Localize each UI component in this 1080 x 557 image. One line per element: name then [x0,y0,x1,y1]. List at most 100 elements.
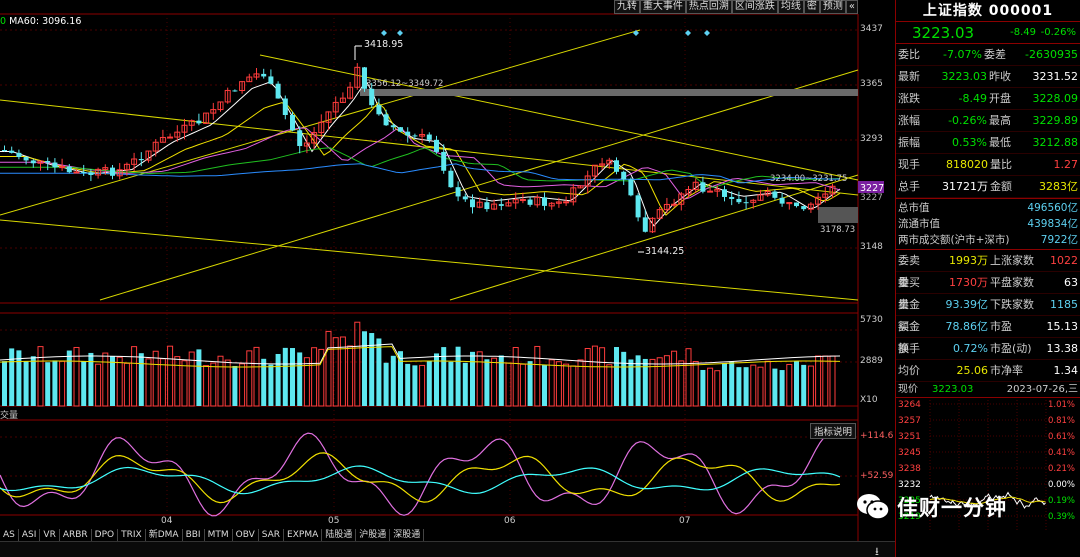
candle-body [88,172,94,175]
volume-bar [325,330,332,407]
quote-value: 1730万 [949,276,988,289]
quote-label: 均价 [898,364,920,377]
candle-body [261,73,267,77]
indicator-tab-as[interactable]: AS [0,529,19,541]
indicator-info-button[interactable]: 指标说明 [810,423,857,439]
bottom-status-bar: ⭳ [0,541,895,557]
volume-bar [736,367,742,406]
volume-bar [246,350,253,407]
kline-chart-area[interactable]: 3227 3418.95 3356.12~3349.72 3144.25 323… [0,0,895,557]
volume-bar [102,352,109,407]
quote-value: 78.86亿 [945,320,989,333]
indicator-tab-sar[interactable]: SAR [259,529,285,541]
indicator-tab-深股通[interactable]: 深股通 [390,529,425,541]
chart-toolbar: 九转 重大事件 热点回溯 区间涨跌 均线 密 预测 « [613,0,858,15]
candle-body [232,90,238,92]
indicator-tab-expma[interactable]: EXPMA [284,529,323,541]
market-label: 总市值 [898,202,930,214]
toolbar-forecast-button[interactable]: 预测 [819,0,846,14]
toolbar-major-events-button[interactable]: 重大事件 [639,0,686,14]
quote-label: 下跌家数 [990,298,1034,311]
volume-bar [217,355,224,407]
annotation-high: 3418.95 [364,39,403,50]
mini-chart-header: 现价 3223.03 2023-07-26,三 [896,382,1080,398]
annotation-low2: 3178.73 [820,225,855,235]
candle-body [66,166,72,173]
volume-bar [2,361,7,406]
quote-label: 平盘家数 [990,276,1034,289]
volume-title: 交量 [0,411,19,421]
quote-value: -0.26% [948,114,987,127]
volume-bar [757,366,764,407]
download-icon[interactable]: ⭳ [875,543,879,557]
candle-body [405,131,411,136]
toolbar-range-change-button[interactable]: 区间涨跌 [731,0,778,14]
volume-bar [584,348,591,407]
indicator-tab-陆股通[interactable]: 陆股通 [322,529,357,541]
quote-label: 涨跌 [898,92,920,105]
volume-bar [110,356,115,406]
candle-body [498,204,504,206]
toolbar-dense-button[interactable]: 密 [803,0,820,14]
candle-body [441,151,447,171]
candle-body [23,157,29,161]
toolbar-ma-button[interactable]: 均线 [777,0,804,14]
quote-label: 最新 [898,70,920,83]
candle-body [635,195,641,218]
toolbar-jiuzhuan-button[interactable]: 九转 [613,0,640,14]
indicator-tab-沪股通[interactable]: 沪股通 [356,529,391,541]
quote-value: 1993万 [949,254,988,267]
market-row: 总市值 496560亿 [896,200,1080,216]
kline-chart[interactable]: 3227 3418.95 3356.12~3349.72 3144.25 323… [0,0,895,557]
candle-body [671,203,678,206]
indicator-tab-trix[interactable]: TRIX [118,529,146,541]
volume-bar [491,357,498,407]
indicator-tab-arbr[interactable]: ARBR [60,529,92,541]
volume-bar [297,352,303,406]
candle-body [642,217,648,232]
volume-bar [599,347,606,407]
volume-bar [181,360,188,407]
quote-label: 市盈 [990,320,1012,333]
indicator-tab-bbi[interactable]: BBI [183,529,205,541]
volume-bar [174,356,181,407]
quote-value: 63 [1064,276,1078,289]
quote-row: 委卖量 1993万 上涨家数 1022 [896,250,1080,289]
volume-bar [448,361,454,406]
volume-bar [729,361,735,406]
toolbar-collapse-button[interactable]: « [845,0,858,14]
market-value: 7922亿 [1040,234,1078,246]
quote-row: 涨跌 -8.49 开盘 3228.09 [896,88,1080,110]
quote-value: 3229.89 [1032,114,1079,127]
volume-bar [678,360,685,407]
quote-value: -8.49 [958,92,987,105]
volume-bar [548,359,555,407]
candle-body [621,171,627,180]
volume-bar [159,358,166,407]
indicator-tab-新dma[interactable]: 新DMA [146,529,183,541]
mini-right-tick: 0.81% [1048,416,1075,426]
indicator-tab-vr[interactable]: VR [40,529,60,541]
volume-bar [621,351,627,406]
quote-value: -2630935 [1025,48,1078,61]
volume-bar [722,363,727,406]
volume-bar [512,347,519,407]
quote-label: 量比 [990,158,1012,171]
volume-bar [614,347,619,406]
indicator-tab-obv[interactable]: OBV [233,529,259,541]
candle-body [470,199,475,208]
quote-label: 上涨家数 [990,254,1034,267]
indicator-tab-dpo[interactable]: DPO [92,529,119,541]
candle-body [462,196,468,200]
volume-bar [45,362,51,406]
indicator-line-k [0,432,841,517]
indicator-tab-asi[interactable]: ASI [19,529,41,541]
volume-bar [30,356,36,406]
toolbar-hot-replay-button[interactable]: 热点回溯 [685,0,732,14]
volume-bar [527,361,533,406]
mini-left-tick: 3238 [898,464,921,474]
indicator-tab-mtm[interactable]: MTM [205,529,233,541]
volume-bar [642,358,648,406]
volume-bar [59,360,66,407]
volume-bar [606,364,613,407]
